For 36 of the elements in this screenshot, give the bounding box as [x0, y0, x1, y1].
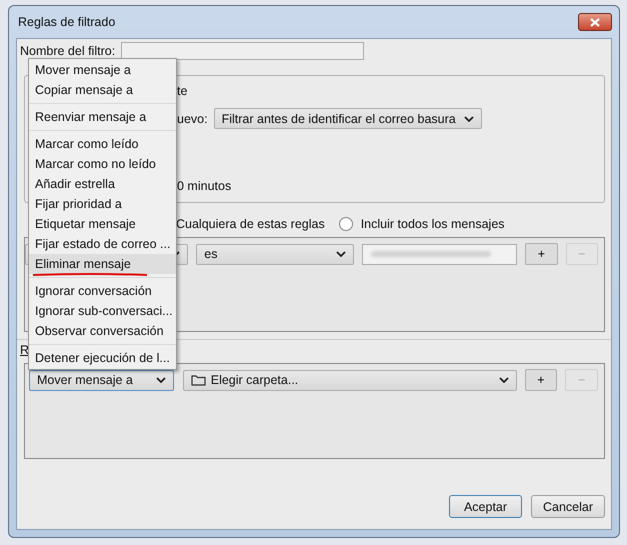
filter-name-label: Nombre del filtro: — [20, 44, 116, 58]
menu-item[interactable]: Detener ejecución de l... — [29, 348, 176, 368]
folder-dropdown[interactable]: Elegir carpeta... — [182, 370, 517, 390]
radio-button[interactable] — [338, 217, 353, 231]
menu-item[interactable]: Eliminar mensaje — [29, 254, 176, 274]
periodic-text: 0 minutos — [177, 179, 232, 193]
folder-icon — [190, 374, 206, 386]
radio-label: Cualquiera de estas reglas — [176, 217, 325, 231]
menu-item[interactable]: Copiar mensaje a — [29, 80, 176, 100]
radio-label: Incluir todos los mensajes — [360, 217, 505, 231]
operator-dropdown[interactable]: es — [196, 244, 354, 264]
action-dropdown[interactable]: Mover mensaje a — [29, 370, 174, 390]
dialog-button[interactable]: Aceptar — [449, 495, 522, 518]
add-button[interactable]: + — [525, 243, 558, 265]
option-text: te — [177, 84, 188, 98]
menu-item[interactable]: Observar conversación — [29, 321, 176, 341]
menu-item[interactable]: Ignorar conversación — [29, 281, 176, 301]
menu-item[interactable]: Ignorar sub-conversaci... — [29, 301, 176, 321]
filter-timing-dropdown[interactable]: Filtrar antes de identificar el correo basura — [214, 108, 482, 129]
menu-item[interactable]: Etiquetar mensaje — [29, 214, 176, 234]
close-icon — [590, 18, 600, 26]
menu-item[interactable]: Fijar prioridad a — [29, 194, 176, 214]
new-mail-label: uevo: — [177, 112, 208, 126]
add-button[interactable]: + — [524, 369, 558, 391]
menu-item[interactable]: Mover mensaje a — [29, 60, 176, 80]
menu-item[interactable]: Añadir estrella — [29, 174, 176, 194]
menu-item[interactable]: Fijar estado de correo ... — [29, 234, 176, 254]
menu-item[interactable]: Marcar como no leído — [29, 154, 176, 174]
dialog-button[interactable]: Cancelar — [531, 495, 605, 518]
actions-label: R — [20, 343, 30, 359]
window-title: Reglas de filtrado — [17, 15, 116, 29]
filter-name-field[interactable] — [121, 42, 364, 60]
value-field[interactable] — [362, 244, 518, 264]
menu-item[interactable]: Reenviar mensaje a — [29, 107, 176, 127]
menu-item[interactable]: Marcar como leído — [29, 134, 176, 154]
close-button[interactable] — [578, 13, 612, 31]
